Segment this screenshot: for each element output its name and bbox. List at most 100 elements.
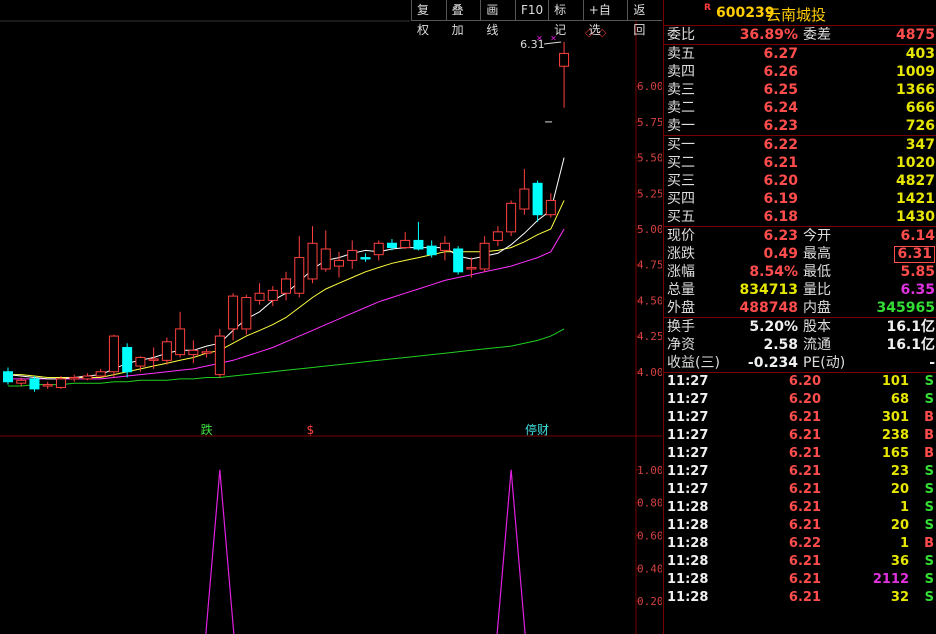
- trade-row: 11:27 6.20 68 S: [664, 391, 936, 409]
- candle-body: [55, 378, 66, 388]
- f10-button[interactable]: F10: [514, 0, 549, 21]
- stat-row: 总量 834713 量比 6.35: [664, 281, 936, 299]
- trade-row: 11:27 6.21 301 B: [664, 409, 936, 427]
- candle-body: [254, 292, 265, 301]
- order-price: 6.24: [763, 100, 798, 116]
- sell-4-row[interactable]: 卖四 6.26 1009: [664, 63, 936, 81]
- indicator-tick-label: 1.00: [637, 464, 662, 477]
- candle-body: [479, 242, 490, 270]
- stat-value: 8.54%: [749, 264, 798, 280]
- price-tick-label: 4.75: [637, 259, 662, 272]
- candle: [453, 246, 464, 275]
- trade-price: 6.21: [788, 482, 821, 497]
- mark-button[interactable]: 标记: [548, 0, 583, 37]
- candle-body: [214, 335, 225, 376]
- candle: [347, 240, 358, 269]
- candle-body: [3, 371, 13, 383]
- candle-body: [400, 239, 411, 249]
- sell-5-row[interactable]: 卖五 6.27 403: [664, 45, 936, 63]
- trade-price: 6.21: [788, 428, 821, 443]
- fund-label: 净资: [667, 337, 695, 353]
- order-volume: 1009: [896, 64, 935, 80]
- price-tick-label: 4.25: [637, 330, 662, 343]
- price-stats: 现价 6.23 今开 6.14 涨跌 0.49 最高 6.31 涨幅 8.54% 最低 5.85 …: [664, 226, 936, 317]
- stat-label: 涨跌: [667, 246, 695, 262]
- candle: [519, 169, 530, 215]
- buy-5-row[interactable]: 买五 6.18 1430: [664, 208, 936, 226]
- kline-chart-area[interactable]: 6.00 5.75 5.50 5.25 5.00 4.75 4.50 4.25 4.00 1.00…: [0, 0, 662, 634]
- buy-3-row[interactable]: 买三 6.20 4827: [664, 172, 936, 190]
- candle-body: [439, 242, 450, 251]
- candle: [175, 311, 186, 358]
- candle-body: [175, 328, 186, 356]
- candle-body: [334, 259, 344, 267]
- order-price: 6.26: [763, 64, 798, 80]
- fuquan-button[interactable]: 复权: [411, 0, 446, 37]
- sell-1-row[interactable]: 卖一 6.23 726: [664, 117, 936, 135]
- order-label: 卖二: [667, 100, 695, 116]
- buy-4-row[interactable]: 买四 6.19 1421: [664, 190, 936, 208]
- fund-label: 换手: [667, 319, 695, 335]
- draw-line-button[interactable]: 画线: [480, 0, 515, 37]
- candle: [201, 348, 212, 358]
- candle: [466, 257, 477, 278]
- order-price: 6.23: [763, 118, 798, 134]
- candle-body: [82, 375, 93, 380]
- price-tick-label: 5.00: [637, 223, 662, 236]
- trade-price: 6.20: [788, 374, 821, 389]
- trade-time: 11:27: [667, 410, 709, 425]
- trade-time: 11:28: [667, 536, 709, 551]
- trade-time: 11:27: [667, 374, 709, 389]
- overlay-button[interactable]: 叠加: [445, 0, 481, 37]
- kline-chart[interactable]: 6.00 5.75 5.50 5.25 5.00 4.75 4.50 4.25 4.00 1.00…: [0, 0, 662, 634]
- trade-row: 11:28 6.21 32 S: [664, 589, 936, 607]
- sell-book: 卖五 6.27 403 卖四 6.26 1009 卖三 6.25 1366 卖二 6.24 66…: [664, 44, 936, 135]
- candle-body: [16, 379, 27, 384]
- trade-row: 11:27 6.20 101 S: [664, 373, 936, 391]
- trade-ticker[interactable]: 11:27 6.20 101 S 11:27 6.20 68 S 11:27 6.21 301 B 11…: [664, 372, 936, 607]
- candle-body: [161, 341, 172, 361]
- buy-2-row[interactable]: 买二 6.21 1020: [664, 154, 936, 172]
- candle: [492, 226, 503, 247]
- order-label: 买一: [667, 137, 695, 153]
- candle: [214, 328, 225, 378]
- stat-label: 量比: [803, 282, 831, 298]
- candle: [241, 294, 252, 335]
- trade-volume: 1: [899, 536, 909, 551]
- trade-direction: B: [924, 536, 934, 551]
- candle: [188, 340, 199, 364]
- candle: [413, 221, 424, 251]
- candle: [108, 334, 119, 378]
- trade-time: 11:27: [667, 464, 709, 479]
- trade-row: 11:27 6.21 165 B: [664, 445, 936, 463]
- indicator-tick-label: 0.80: [637, 497, 662, 510]
- candle-body: [466, 267, 477, 270]
- sell-2-row[interactable]: 卖二 6.24 666: [664, 99, 936, 117]
- add-watchlist-button[interactable]: +自选: [582, 0, 628, 37]
- price-tick-label: 6.00: [637, 80, 662, 93]
- fund-value: 2.58: [763, 337, 798, 353]
- stat-label: 涨幅: [667, 264, 695, 280]
- candle-body: [360, 257, 371, 260]
- candle: [400, 231, 411, 249]
- stat-value: 345965: [876, 300, 935, 316]
- order-volume: 726: [905, 118, 935, 134]
- back-button[interactable]: 返回: [627, 0, 662, 37]
- fund-value: 16.1亿: [886, 319, 935, 335]
- stock-name: 云南城投: [766, 6, 827, 24]
- fund-row: 收益(三) -0.234 PE(动) -: [664, 354, 936, 372]
- fund-label: 收益(三): [667, 355, 720, 371]
- price-tick-label: 4.50: [637, 294, 662, 307]
- candle-body: [519, 188, 530, 210]
- trade-row: 11:28 6.21 1 S: [664, 499, 936, 517]
- order-label: 卖四: [667, 64, 695, 80]
- trade-price: 6.21: [788, 500, 821, 515]
- stat-label: 现价: [667, 228, 695, 244]
- weibi-label: 委比: [667, 27, 695, 43]
- candle-body: [267, 289, 278, 301]
- star-mark-icon: ✕: [536, 34, 543, 43]
- candle-body: [373, 242, 384, 256]
- sell-3-row[interactable]: 卖三 6.25 1366: [664, 81, 936, 99]
- trade-volume: 23: [890, 464, 909, 479]
- buy-1-row[interactable]: 买一 6.22 347: [664, 136, 936, 154]
